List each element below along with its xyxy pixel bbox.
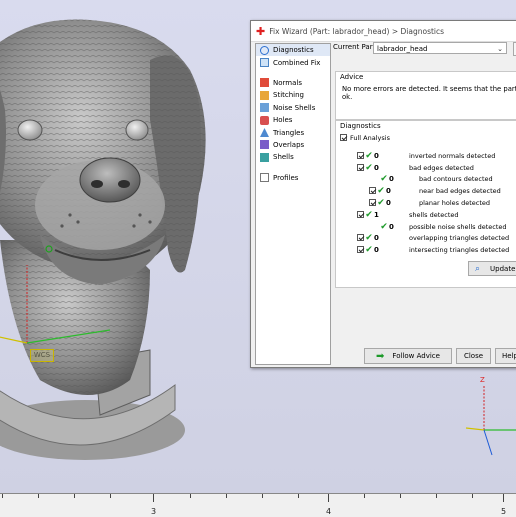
overlapping-triangles-checkbox[interactable]	[357, 234, 364, 241]
ok-check-icon: ✔	[377, 197, 385, 208]
close-button[interactable]: Close	[456, 348, 491, 364]
shells-icon	[260, 152, 269, 162]
nav-item-profiles[interactable]: Profiles	[256, 172, 330, 184]
nav-item-holes[interactable]: Holes	[256, 114, 330, 126]
advice-title: Advice	[340, 73, 364, 81]
wcs-label: WCS	[30, 349, 54, 362]
ok-check-icon: ✔	[365, 244, 373, 255]
fix-wizard-dialog: ✚ Fix Wizard (Part: labrador_head) > Dia…	[250, 20, 516, 368]
diag-row-bad-contours: ✔ 0 bad contours detected	[380, 173, 493, 184]
nav-item-combined-fix[interactable]: Combined Fix	[256, 56, 330, 68]
overlaps-icon	[260, 140, 269, 150]
nav-item-stitching[interactable]: Stitching	[256, 89, 330, 101]
diag-row-planar-holes: ✔ 0 planar holes detected	[369, 197, 490, 208]
diagnostics-title: Diagnostics	[340, 122, 381, 130]
ok-check-icon: ✔	[365, 232, 373, 243]
bottom-ruler: 3 4 5	[0, 493, 516, 517]
holes-icon	[260, 115, 269, 125]
diag-row-bad-edges: ✔ 0 bad edges detected	[357, 162, 474, 173]
ok-check-icon: ✔	[365, 162, 373, 173]
full-analysis-row[interactable]: Full Analysis	[340, 132, 390, 143]
nav-item-shells[interactable]: Shells	[256, 151, 330, 163]
diagnostics-icon	[260, 45, 269, 55]
combined-fix-icon	[260, 58, 269, 68]
z-axis-label: Z	[480, 376, 485, 384]
nav-item-diagnostics[interactable]: Diagnostics	[256, 44, 330, 57]
nav-item-normals[interactable]: Normals	[256, 77, 330, 89]
nav-item-overlaps[interactable]: Overlaps	[256, 139, 330, 151]
ok-check-icon: ✔	[365, 150, 373, 161]
planar-holes-checkbox[interactable]	[369, 199, 376, 206]
ok-check-icon: ✔	[380, 173, 388, 184]
nav-item-triangles[interactable]: Triangles	[256, 126, 330, 138]
profiles-icon	[260, 173, 269, 183]
update-button[interactable]: ⌕ Update	[468, 261, 516, 276]
triangles-icon	[260, 128, 269, 138]
diag-row-inverted-normals: ✔ 0 inverted normals detected	[357, 150, 495, 161]
diag-row-intersecting-triangles: ✔ 0 intersecting triangles detected	[357, 244, 509, 255]
intersecting-triangles-checkbox[interactable]	[357, 246, 364, 253]
advice-text: No more errors are detected. It seems th…	[342, 85, 516, 101]
ok-check-icon: ✔	[365, 209, 373, 220]
diag-row-noise-shells: ✔ 0 possible noise shells detected	[380, 221, 507, 232]
diagnostics-group: Diagnostics Full Analysis ✔ 0 inverted n…	[335, 120, 516, 288]
normals-icon	[260, 78, 269, 88]
chevron-down-icon: ⌄	[497, 45, 503, 53]
ok-check-icon: ✔	[380, 221, 388, 232]
diag-row-overlapping-triangles: ✔ 0 overlapping triangles detected	[357, 232, 509, 243]
shells-checkbox[interactable]	[357, 211, 364, 218]
noise-shells-icon	[260, 103, 269, 113]
bad-edges-checkbox[interactable]	[357, 164, 364, 171]
near-bad-edges-checkbox[interactable]	[369, 187, 376, 194]
full-analysis-checkbox[interactable]	[340, 134, 347, 141]
nav-item-noise-shells[interactable]: Noise Shells	[256, 102, 330, 114]
ruler-label-3: 3	[151, 507, 157, 516]
current-part-select[interactable]: labrador_head ⌄	[373, 42, 507, 54]
current-part-label: Current Part:	[333, 43, 378, 51]
inverted-normals-checkbox[interactable]	[357, 152, 364, 159]
dialog-titlebar[interactable]: ✚ Fix Wizard (Part: labrador_head) > Dia…	[251, 21, 516, 42]
diag-row-shells: ✔ 1 shells detected	[357, 209, 459, 220]
diag-row-near-bad-edges: ✔ 0 near bad edges detected	[369, 185, 501, 196]
ruler-label-5: 5	[501, 507, 507, 516]
app-plus-icon: ✚	[256, 24, 266, 38]
follow-advice-button[interactable]: ➡ Follow Advice	[364, 348, 452, 364]
stitching-icon	[260, 90, 269, 100]
arrow-right-icon: ➡	[376, 350, 385, 362]
ok-check-icon: ✔	[377, 185, 385, 196]
wizard-nav-panel: Diagnostics Combined Fix Normals Stitchi…	[255, 43, 331, 365]
dialog-title: Fix Wizard (Part: labrador_head) > Diagn…	[269, 26, 445, 36]
magnifier-icon: ⌕	[475, 263, 481, 274]
help-button[interactable]: Help	[495, 348, 516, 364]
advice-group: Advice No more errors are detected. It s…	[335, 71, 516, 120]
ruler-label-4: 4	[326, 507, 332, 516]
